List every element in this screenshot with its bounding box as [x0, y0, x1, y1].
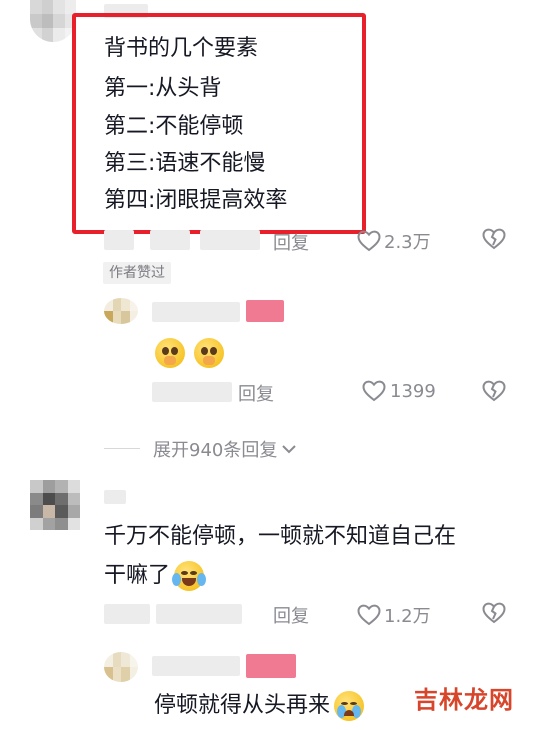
reply-button[interactable]: 回复: [273, 229, 309, 255]
heart-outline-icon: [357, 230, 381, 252]
timestamp-blurred: [152, 382, 232, 402]
username-blurred[interactable]: [152, 656, 240, 676]
heart-outline-icon: [357, 604, 381, 626]
dislike-button[interactable]: [482, 228, 506, 254]
timestamp-blurred: [104, 230, 134, 250]
emoji-pleading-icon: [155, 338, 185, 368]
location-blurred: [156, 604, 242, 624]
chevron-down-icon: [282, 445, 297, 454]
location-blurred: [200, 230, 260, 250]
avatar[interactable]: [30, 480, 80, 530]
emoji-pleading-icon: [194, 338, 224, 368]
like-button[interactable]: 1.2万: [357, 602, 431, 628]
avatar[interactable]: [30, 0, 76, 42]
reply-button[interactable]: 回复: [273, 602, 309, 628]
comment-text-line: 停顿就得从头再来: [154, 690, 365, 722]
heart-broken-icon: [482, 602, 506, 624]
emoji-laugh-cry-icon: [172, 561, 207, 591]
expand-replies-button[interactable]: 展开940条回复: [153, 436, 297, 462]
comment-text-line: 第一:从头背: [104, 76, 222, 101]
timestamp-blurred: [104, 604, 150, 624]
username-blurred[interactable]: [152, 302, 240, 322]
dislike-button[interactable]: [482, 602, 506, 628]
heart-broken-icon: [482, 228, 506, 250]
location-blurred: [150, 230, 190, 250]
heart-outline-icon: [362, 380, 386, 402]
badge-blurred: [246, 654, 296, 678]
expand-divider: [104, 448, 140, 449]
username-blurred[interactable]: [104, 490, 126, 504]
comment-text-line: 背书的几个要素: [104, 36, 259, 61]
comment-text-line: 第三:语速不能慢: [104, 151, 266, 176]
author-liked-badge: 作者赞过: [103, 262, 171, 284]
reply-button[interactable]: 回复: [238, 380, 274, 406]
comment-text: 停顿就得从头再来: [154, 693, 331, 718]
expand-replies-label: 展开940条回复: [153, 440, 278, 461]
comment-text-line: 千万不能停顿，一顿就不知道自己在: [104, 524, 457, 549]
avatar[interactable]: [104, 298, 138, 324]
like-count: 2.3万: [384, 232, 431, 253]
comment-text-line: 第四:闭眼提高效率: [104, 188, 288, 213]
emoji-crying-icon: [334, 691, 365, 721]
dislike-button[interactable]: [482, 380, 506, 406]
like-button[interactable]: 2.3万: [357, 228, 431, 254]
watermark-text: 吉林龙网: [414, 686, 514, 714]
comment-text: 干嘛了: [104, 563, 171, 588]
comment-text-line: 干嘛了: [104, 560, 207, 592]
heart-broken-icon: [482, 380, 506, 402]
avatar[interactable]: [104, 652, 138, 682]
like-count: 1399: [390, 380, 436, 402]
comment-text-line: 第二:不能停顿: [104, 114, 244, 139]
badge-blurred: [246, 300, 284, 322]
like-button[interactable]: 1399: [362, 380, 436, 402]
like-count: 1.2万: [384, 606, 431, 627]
